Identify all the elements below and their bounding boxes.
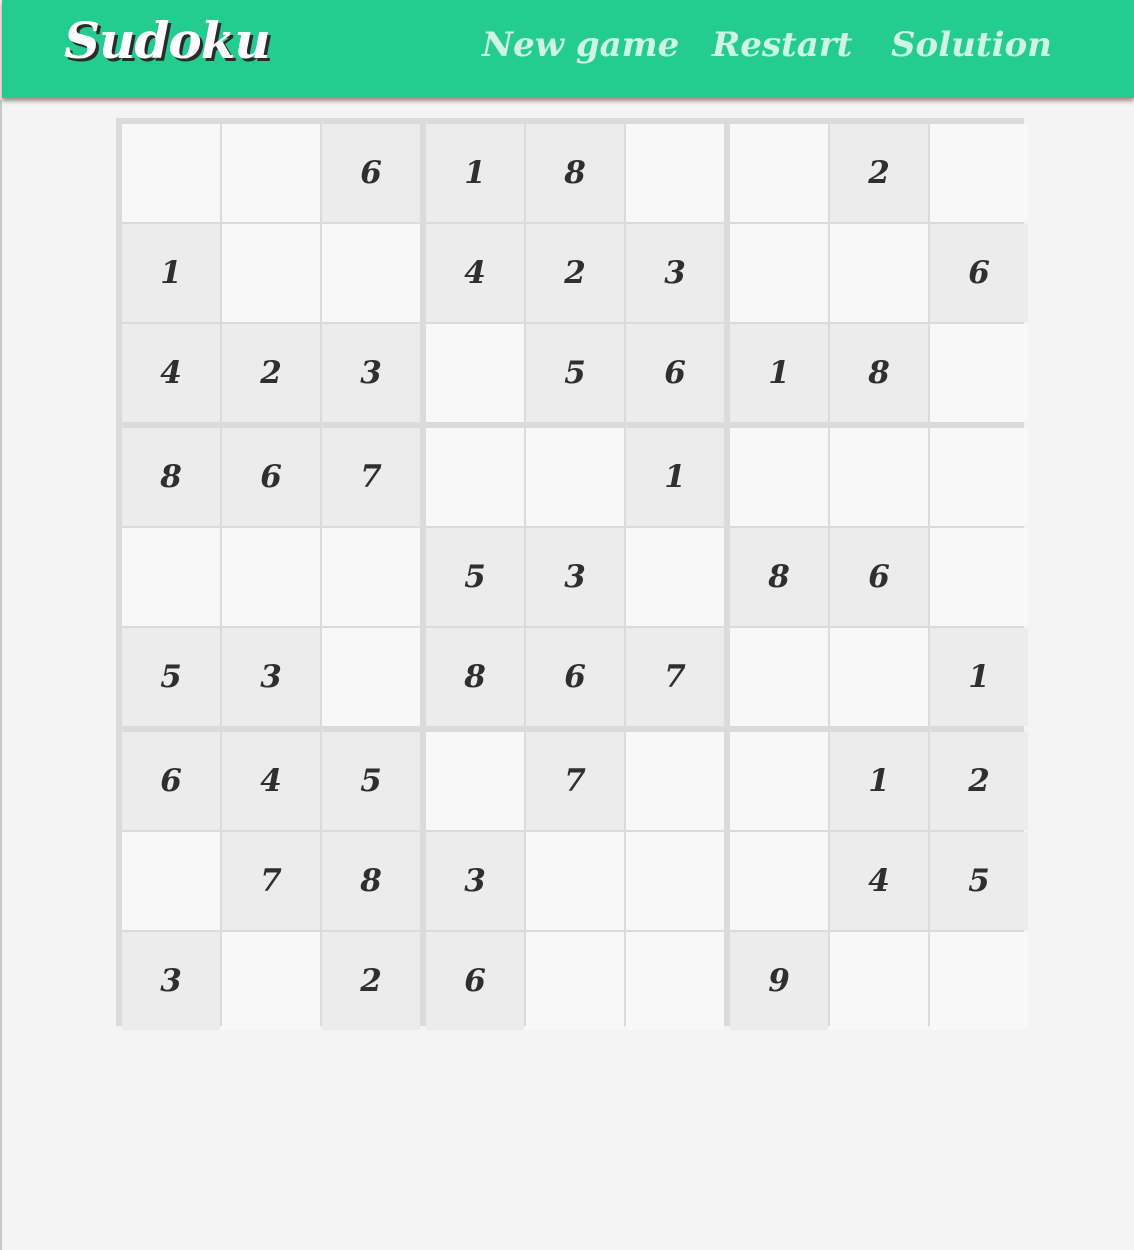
sudoku-cell: 5 bbox=[930, 832, 1028, 930]
sudoku-cell: 2 bbox=[830, 124, 928, 222]
sudoku-cell: 8 bbox=[122, 428, 220, 526]
sudoku-cell[interactable] bbox=[930, 932, 1028, 1030]
sudoku-cell: 1 bbox=[426, 124, 524, 222]
sudoku-cell: 6 bbox=[222, 428, 320, 526]
sudoku-cell: 6 bbox=[122, 732, 220, 830]
sudoku-cell: 6 bbox=[526, 628, 624, 726]
sudoku-cell: 6 bbox=[830, 528, 928, 626]
sudoku-cell: 6 bbox=[426, 932, 524, 1030]
sudoku-cell[interactable] bbox=[426, 324, 524, 422]
sudoku-cell: 5 bbox=[322, 732, 420, 830]
sudoku-cell: 7 bbox=[322, 428, 420, 526]
sudoku-cell: 1 bbox=[830, 732, 928, 830]
sudoku-cell[interactable] bbox=[322, 628, 420, 726]
sudoku-cell: 8 bbox=[730, 528, 828, 626]
sudoku-cell: 3 bbox=[322, 324, 420, 422]
sudoku-cell[interactable] bbox=[930, 428, 1028, 526]
sudoku-cell[interactable] bbox=[426, 732, 524, 830]
sudoku-cell[interactable] bbox=[930, 124, 1028, 222]
sudoku-cell: 6 bbox=[626, 324, 724, 422]
sudoku-cell[interactable] bbox=[730, 732, 828, 830]
sudoku-cell[interactable] bbox=[222, 124, 320, 222]
sudoku-cell[interactable] bbox=[122, 832, 220, 930]
sudoku-cell[interactable] bbox=[222, 224, 320, 322]
sudoku-cell: 1 bbox=[930, 628, 1028, 726]
sudoku-cell: 7 bbox=[222, 832, 320, 930]
sudoku-cell[interactable] bbox=[830, 428, 928, 526]
sudoku-cell: 8 bbox=[830, 324, 928, 422]
sudoku-cell[interactable] bbox=[426, 428, 524, 526]
sudoku-cell[interactable] bbox=[626, 528, 724, 626]
sudoku-cell[interactable] bbox=[830, 628, 928, 726]
sudoku-cell: 3 bbox=[626, 224, 724, 322]
sudoku-cell[interactable] bbox=[626, 832, 724, 930]
sudoku-cell: 9 bbox=[730, 932, 828, 1030]
sudoku-cell[interactable] bbox=[526, 932, 624, 1030]
sudoku-cell: 3 bbox=[426, 832, 524, 930]
sudoku-cell: 7 bbox=[626, 628, 724, 726]
sudoku-cell[interactable] bbox=[322, 224, 420, 322]
logo: Sudoku bbox=[64, 11, 271, 70]
sudoku-cell: 4 bbox=[426, 224, 524, 322]
sudoku-cell[interactable] bbox=[222, 528, 320, 626]
sudoku-cell[interactable] bbox=[322, 528, 420, 626]
sudoku-cell: 2 bbox=[322, 932, 420, 1030]
sudoku-cell[interactable] bbox=[830, 932, 928, 1030]
sudoku-cell: 8 bbox=[426, 628, 524, 726]
sudoku-cell[interactable] bbox=[222, 932, 320, 1030]
sudoku-cell: 5 bbox=[526, 324, 624, 422]
sudoku-cell: 3 bbox=[222, 628, 320, 726]
sudoku-cell[interactable] bbox=[930, 324, 1028, 422]
sudoku-cell[interactable] bbox=[526, 832, 624, 930]
sudoku-cell: 4 bbox=[830, 832, 928, 930]
sudoku-cell: 5 bbox=[426, 528, 524, 626]
sudoku-cell: 6 bbox=[930, 224, 1028, 322]
top-bar: Sudoku New game Restart Solution bbox=[2, 0, 1134, 98]
sudoku-cell[interactable] bbox=[830, 224, 928, 322]
sudoku-cell[interactable] bbox=[730, 428, 828, 526]
sudoku-cell: 1 bbox=[122, 224, 220, 322]
sudoku-cell[interactable] bbox=[730, 124, 828, 222]
sudoku-cell[interactable] bbox=[626, 732, 724, 830]
sudoku-cell: 8 bbox=[526, 124, 624, 222]
left-edge-divider bbox=[0, 100, 2, 1250]
sudoku-cell[interactable] bbox=[122, 528, 220, 626]
sudoku-cell[interactable] bbox=[730, 832, 828, 930]
sudoku-board: 6182142364235618867153865386716457127834… bbox=[116, 118, 1028, 1030]
sudoku-cell: 5 bbox=[122, 628, 220, 726]
sudoku-cell: 7 bbox=[526, 732, 624, 830]
sudoku-cell: 4 bbox=[222, 732, 320, 830]
sudoku-cell[interactable] bbox=[122, 124, 220, 222]
sudoku-cell: 2 bbox=[222, 324, 320, 422]
sudoku-cell: 2 bbox=[526, 224, 624, 322]
sudoku-cell: 6 bbox=[322, 124, 420, 222]
restart-button[interactable]: Restart bbox=[712, 22, 852, 68]
sudoku-cell: 1 bbox=[626, 428, 724, 526]
sudoku-cell: 4 bbox=[122, 324, 220, 422]
sudoku-cell: 2 bbox=[930, 732, 1028, 830]
sudoku-cell: 3 bbox=[122, 932, 220, 1030]
sudoku-cell[interactable] bbox=[626, 932, 724, 1030]
sudoku-cell[interactable] bbox=[626, 124, 724, 222]
sudoku-cell[interactable] bbox=[930, 528, 1028, 626]
sudoku-cell[interactable] bbox=[730, 224, 828, 322]
solution-button[interactable]: Solution bbox=[891, 22, 1052, 68]
sudoku-cell: 3 bbox=[526, 528, 624, 626]
sudoku-cell[interactable] bbox=[526, 428, 624, 526]
new-game-button[interactable]: New game bbox=[482, 22, 679, 68]
sudoku-cell: 1 bbox=[730, 324, 828, 422]
sudoku-cell: 8 bbox=[322, 832, 420, 930]
sudoku-cell[interactable] bbox=[730, 628, 828, 726]
